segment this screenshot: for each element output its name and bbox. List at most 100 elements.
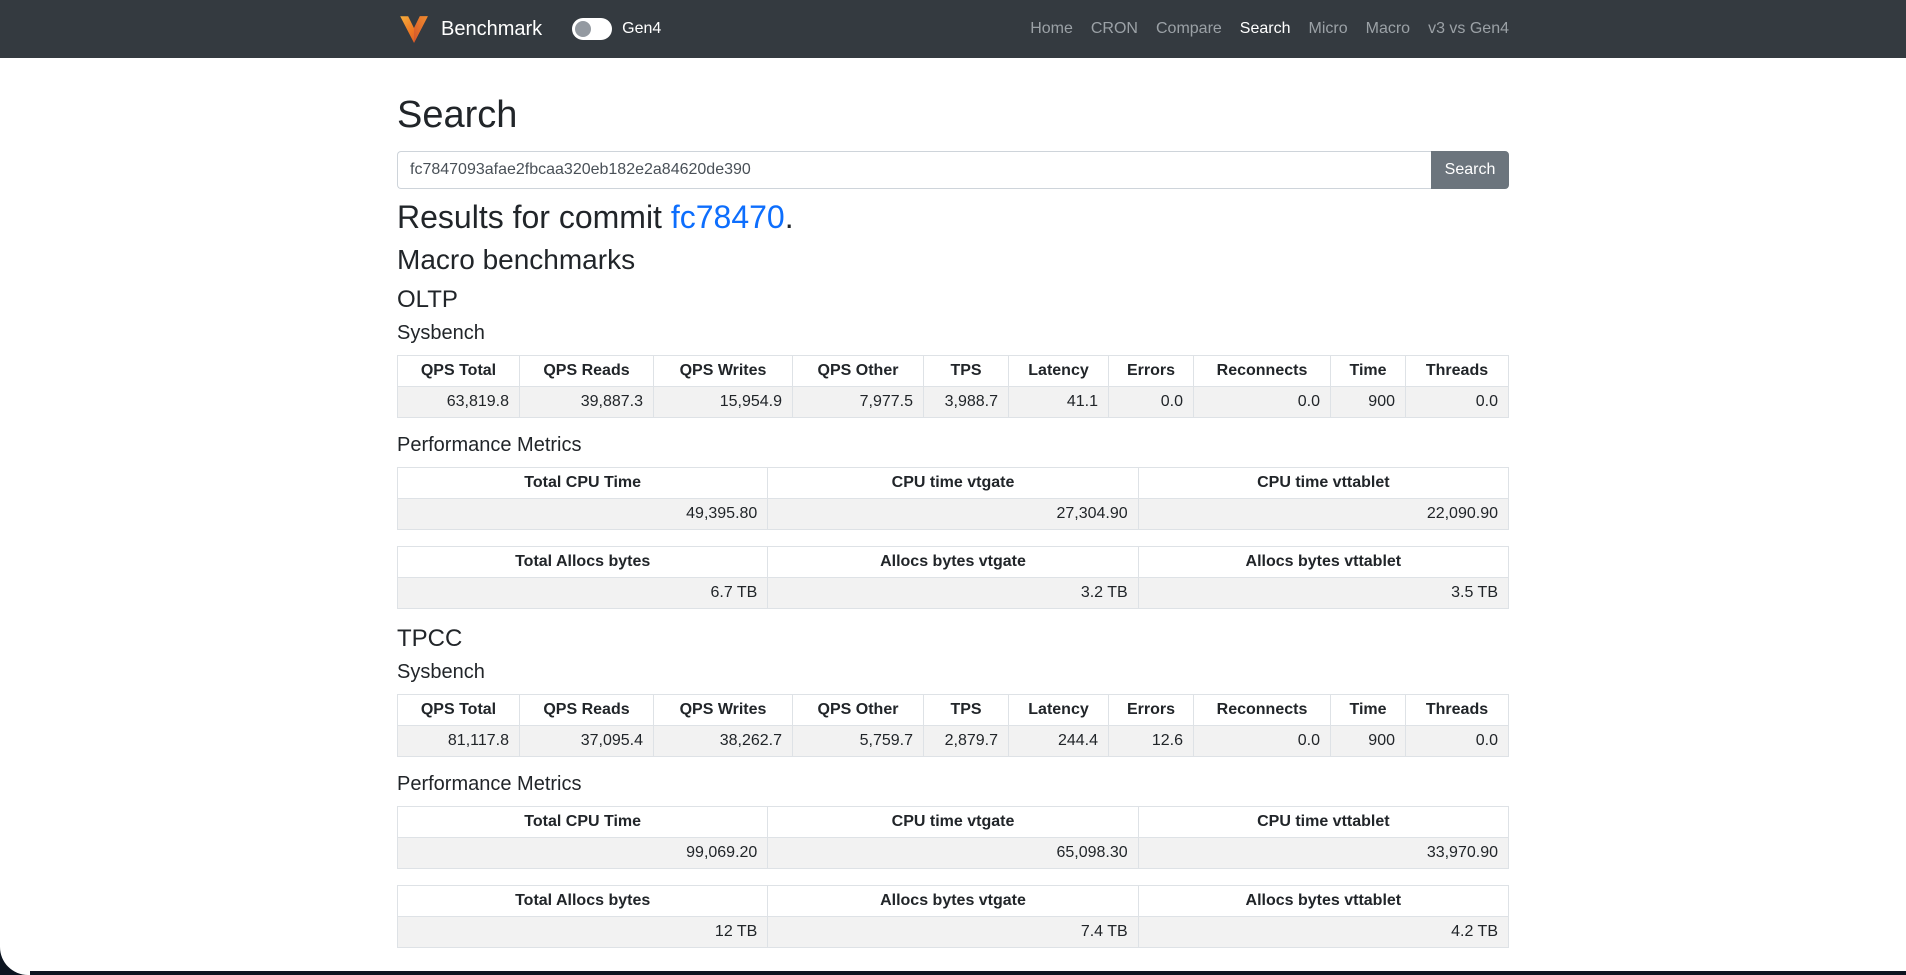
table-header-row: Total CPU TimeCPU time vtgateCPU time vt… <box>398 468 1509 499</box>
results-prefix: Results for commit <box>397 199 671 235</box>
nav-item-compare[interactable]: Compare <box>1147 20 1231 38</box>
table-cell: 0.0 <box>1406 726 1509 757</box>
table-row: 63,819.839,887.315,954.97,977.53,988.741… <box>398 387 1509 418</box>
oltp-cpu-table: Total CPU TimeCPU time vtgateCPU time vt… <box>397 467 1509 530</box>
table-cell: 12.6 <box>1109 726 1194 757</box>
page-title: Search <box>397 94 1509 137</box>
column-header: TPS <box>924 695 1009 726</box>
column-header: Total Allocs bytes <box>398 547 768 578</box>
column-header: Reconnects <box>1194 356 1331 387</box>
table-cell: 38,262.7 <box>654 726 793 757</box>
commit-link[interactable]: fc78470 <box>671 199 785 235</box>
table-header-row: Total Allocs bytesAllocs bytes vtgateAll… <box>398 886 1509 917</box>
nav-item-micro[interactable]: Micro <box>1300 20 1357 38</box>
column-header: QPS Total <box>398 356 520 387</box>
table-row: 99,069.2065,098.3033,970.90 <box>398 838 1509 869</box>
brand-label: Benchmark <box>441 18 542 41</box>
table-cell: 3,988.7 <box>924 387 1009 418</box>
column-header: Reconnects <box>1194 695 1331 726</box>
column-header: QPS Writes <box>654 695 793 726</box>
oltp-allocs-table: Total Allocs bytesAllocs bytes vtgateAll… <box>397 546 1509 609</box>
table-cell: 244.4 <box>1009 726 1109 757</box>
table-cell: 7,977.5 <box>793 387 924 418</box>
column-header: Latency <box>1009 356 1109 387</box>
table-header-row: QPS TotalQPS ReadsQPS WritesQPS OtherTPS… <box>398 356 1509 387</box>
oltp-sysbench-table: QPS TotalQPS ReadsQPS WritesQPS OtherTPS… <box>397 355 1509 418</box>
column-header: CPU time vtgate <box>768 468 1138 499</box>
tpcc-heading: TPCC <box>397 625 1509 653</box>
gen4-toggle[interactable] <box>572 18 612 40</box>
gen4-toggle-label: Gen4 <box>622 20 661 38</box>
table-cell: 65,098.30 <box>768 838 1138 869</box>
screen-corner-bottom-left <box>0 945 30 975</box>
navbar: Benchmark Gen4 Home CRON Compare Search … <box>0 0 1906 58</box>
column-header: Latency <box>1009 695 1109 726</box>
table-cell: 2,879.7 <box>924 726 1009 757</box>
table-cell: 900 <box>1331 726 1406 757</box>
table-cell: 15,954.9 <box>654 387 793 418</box>
oltp-sysbench-heading: Sysbench <box>397 322 1509 345</box>
tpcc-allocs-table: Total Allocs bytesAllocs bytes vtgateAll… <box>397 885 1509 948</box>
table-header-row: Total CPU TimeCPU time vtgateCPU time vt… <box>398 807 1509 838</box>
table-cell: 3.5 TB <box>1138 578 1508 609</box>
table-header-row: Total Allocs bytesAllocs bytes vtgateAll… <box>398 547 1509 578</box>
nav-item-v3-vs-gen4[interactable]: v3 vs Gen4 <box>1419 20 1509 38</box>
table-cell: 12 TB <box>398 917 768 948</box>
table-cell: 37,095.4 <box>520 726 654 757</box>
brand-link[interactable]: Benchmark <box>397 12 542 46</box>
table-cell: 81,117.8 <box>398 726 520 757</box>
table-row: 81,117.837,095.438,262.75,759.72,879.724… <box>398 726 1509 757</box>
column-header: Errors <box>1109 356 1194 387</box>
column-header: Allocs bytes vtgate <box>768 886 1138 917</box>
column-header: QPS Other <box>793 356 924 387</box>
table-cell: 0.0 <box>1406 387 1509 418</box>
oltp-performance-metrics-heading: Performance Metrics <box>397 434 1509 457</box>
table-cell: 63,819.8 <box>398 387 520 418</box>
oltp-heading: OLTP <box>397 286 1509 314</box>
table-cell: 39,887.3 <box>520 387 654 418</box>
column-header: QPS Reads <box>520 356 654 387</box>
nav-item-macro[interactable]: Macro <box>1357 20 1419 38</box>
column-header: Allocs bytes vttablet <box>1138 547 1508 578</box>
column-header: Allocs bytes vttablet <box>1138 886 1508 917</box>
table-cell: 5,759.7 <box>793 726 924 757</box>
results-suffix: . <box>785 199 794 235</box>
table-cell: 900 <box>1331 387 1406 418</box>
main-content: Search Search Results for commit fc78470… <box>397 94 1509 948</box>
search-input[interactable] <box>397 151 1431 189</box>
table-cell: 7.4 TB <box>768 917 1138 948</box>
nav-item-home[interactable]: Home <box>1021 20 1082 38</box>
column-header: Total CPU Time <box>398 468 768 499</box>
tpcc-performance-metrics-heading: Performance Metrics <box>397 773 1509 796</box>
column-header: CPU time vttablet <box>1138 807 1508 838</box>
table-cell: 33,970.90 <box>1138 838 1508 869</box>
search-input-group: Search <box>397 151 1509 189</box>
search-button[interactable]: Search <box>1431 151 1509 189</box>
nav-item-cron[interactable]: CRON <box>1082 20 1147 38</box>
tpcc-sysbench-table: QPS TotalQPS ReadsQPS WritesQPS OtherTPS… <box>397 694 1509 757</box>
column-header: Threads <box>1406 356 1509 387</box>
macro-benchmarks-heading: Macro benchmarks <box>397 244 1509 276</box>
column-header: Time <box>1331 695 1406 726</box>
table-row: 49,395.8027,304.9022,090.90 <box>398 499 1509 530</box>
gen4-toggle-group: Gen4 <box>572 18 661 40</box>
column-header: Threads <box>1406 695 1509 726</box>
nav-item-search[interactable]: Search <box>1231 20 1300 38</box>
table-cell: 3.2 TB <box>768 578 1138 609</box>
table-cell: 0.0 <box>1109 387 1194 418</box>
nav-links: Home CRON Compare Search Micro Macro v3 … <box>1021 20 1509 38</box>
table-cell: 6.7 TB <box>398 578 768 609</box>
screen-bottom-edge <box>0 971 1906 975</box>
table-row: 12 TB7.4 TB4.2 TB <box>398 917 1509 948</box>
table-cell: 0.0 <box>1194 387 1331 418</box>
navbar-container: Benchmark Gen4 Home CRON Compare Search … <box>397 12 1509 46</box>
column-header: Total Allocs bytes <box>398 886 768 917</box>
column-header: CPU time vtgate <box>768 807 1138 838</box>
column-header: Errors <box>1109 695 1194 726</box>
column-header: QPS Reads <box>520 695 654 726</box>
column-header: QPS Writes <box>654 356 793 387</box>
vitess-logo-icon <box>397 12 431 46</box>
column-header: QPS Other <box>793 695 924 726</box>
results-heading: Results for commit fc78470. <box>397 199 1509 236</box>
column-header: QPS Total <box>398 695 520 726</box>
